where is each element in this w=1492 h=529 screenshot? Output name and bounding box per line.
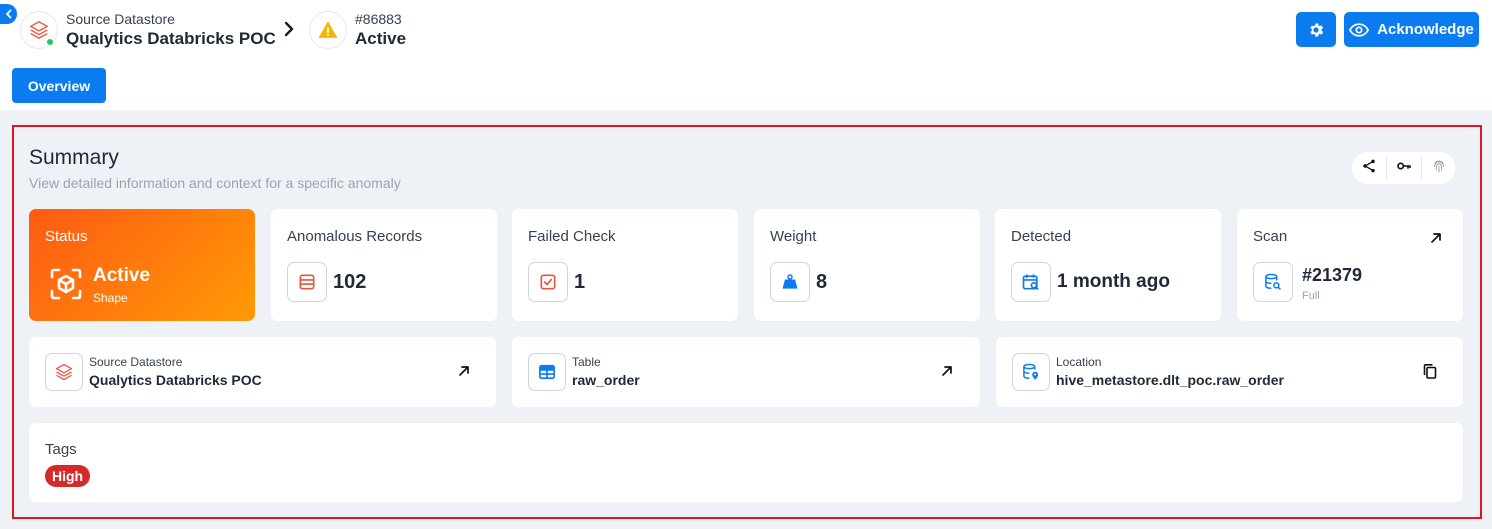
location-value: hive_metastore.dlt_poc.raw_order [1056, 372, 1284, 388]
detected-value: 1 month ago [1057, 271, 1170, 292]
failed-check-card: Failed Check 1 [512, 209, 738, 321]
table-card[interactable]: Table raw_order [512, 337, 980, 407]
weight-card: Weight 8 [754, 209, 980, 321]
status-card-label: Status [45, 228, 88, 245]
summary-actions [1352, 152, 1455, 184]
source-datastore-value: Qualytics Databricks POC [89, 372, 262, 388]
weight-label: Weight [770, 228, 817, 245]
weight-icon [770, 262, 810, 302]
chevron-left-icon [5, 9, 11, 19]
breadcrumb-datastore-label: Source Datastore [66, 11, 175, 27]
failed-check-value: 1 [574, 271, 586, 293]
cube-scan-icon [50, 268, 82, 300]
breadcrumb-datastore[interactable]: Source Datastore Qualytics Databricks PO… [20, 10, 276, 50]
anomalous-records-label: Anomalous Records [287, 228, 423, 245]
check-square-icon [528, 262, 568, 302]
failed-check-label: Failed Check [528, 228, 616, 245]
divider [1420, 157, 1422, 179]
fingerprint-button[interactable] [1431, 158, 1447, 179]
divider [1385, 157, 1387, 179]
table-label: Table [572, 355, 601, 369]
anomalous-records-card: Anomalous Records 102 [271, 209, 497, 321]
source-datastore-label: Source Datastore [89, 355, 183, 369]
arrow-up-right-icon[interactable] [1429, 231, 1443, 245]
status-card: Status Active Shape [29, 209, 255, 321]
location-card: Location hive_metastore.dlt_poc.raw_orde… [996, 337, 1463, 407]
warning-icon [309, 11, 347, 49]
breadcrumb-anomaly: #86883 Active [309, 10, 406, 50]
copy-icon[interactable] [1422, 363, 1438, 380]
collapse-sidebar-button[interactable] [0, 4, 17, 24]
summary-subtitle: View detailed information and context fo… [29, 175, 401, 191]
scan-value[interactable]: #21379 [1302, 265, 1362, 286]
summary-title: Summary [29, 146, 119, 169]
detected-card: Detected 1 month ago [995, 209, 1221, 321]
database-location-icon [1012, 353, 1050, 391]
calendar-search-icon [1011, 262, 1051, 302]
tags-label: Tags [45, 441, 77, 458]
records-icon [287, 262, 327, 302]
tags-card: Tags High [29, 423, 1463, 502]
status-sub: Shape [93, 291, 128, 305]
fingerprint-icon [1433, 160, 1444, 172]
detected-label: Detected [1011, 228, 1072, 245]
chevron-right-icon [284, 21, 294, 37]
breadcrumb-datastore-name: Qualytics Databricks POC [66, 29, 276, 48]
anomaly-id: #86883 [355, 11, 402, 27]
tab-overview[interactable]: Overview [12, 68, 106, 103]
share-icon [1362, 159, 1375, 172]
share-button[interactable] [1361, 158, 1377, 179]
status-value: Active [93, 265, 151, 286]
source-datastore-card[interactable]: Source Datastore Qualytics Databricks PO… [29, 337, 496, 407]
eye-icon [1349, 22, 1370, 37]
settings-button[interactable] [1296, 12, 1336, 47]
key-icon [1396, 162, 1411, 169]
table-icon [528, 353, 566, 391]
key-button[interactable] [1396, 158, 1412, 179]
anomaly-status: Active [355, 29, 407, 48]
top-bar: Source Datastore Qualytics Databricks PO… [0, 0, 1492, 110]
weight-value: 8 [816, 271, 828, 293]
database-search-icon [1253, 262, 1293, 302]
table-value: raw_order [572, 372, 640, 388]
arrow-up-right-icon[interactable] [457, 364, 471, 378]
online-status-dot [45, 37, 55, 47]
databricks-icon [45, 353, 83, 391]
acknowledge-button[interactable]: Acknowledge [1344, 12, 1479, 47]
scan-type: Full [1302, 290, 1320, 302]
acknowledge-label: Acknowledge [1377, 21, 1474, 38]
scan-card[interactable]: Scan #21379 Full [1237, 209, 1463, 321]
gear-icon [1310, 22, 1324, 37]
arrow-up-right-icon[interactable] [940, 364, 954, 378]
location-label: Location [1056, 355, 1102, 369]
databricks-icon [20, 11, 58, 49]
tag-high[interactable]: High [45, 465, 91, 487]
anomalous-records-value: 102 [333, 271, 367, 293]
scan-label: Scan [1253, 228, 1288, 245]
